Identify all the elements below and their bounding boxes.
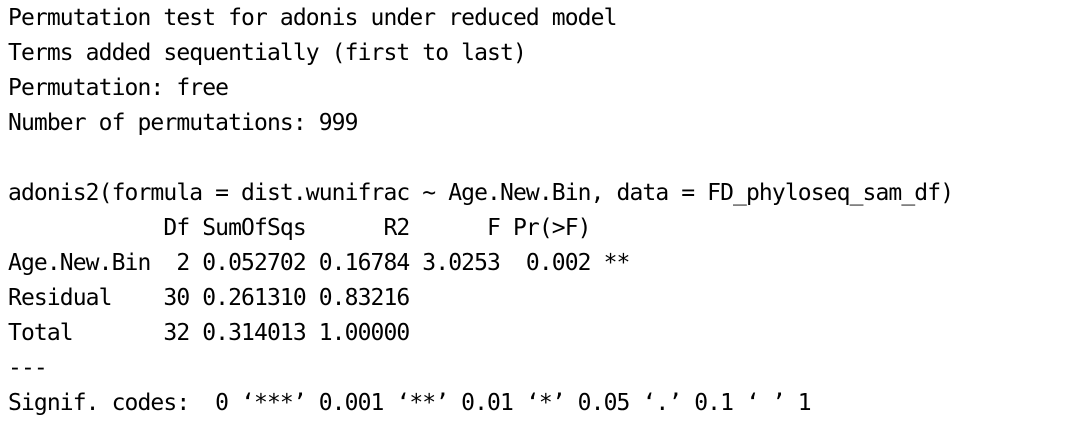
anova-table-row-total: Total 32 0.314013 1.00000 <box>8 320 630 346</box>
console-line-signif-codes: Signif. codes: 0 ‘***’ 0.001 ‘**’ 0.01 ‘… <box>8 390 812 416</box>
anova-table-row-age-new-bin: Age.New.Bin 2 0.052702 0.16784 3.0253 0.… <box>8 250 630 276</box>
console-line-number-of-permutations: Number of permutations: 999 <box>8 110 358 136</box>
r-console-output: Permutation test for adonis under reduce… <box>0 0 1072 422</box>
console-line-permutation-type: Permutation: free <box>8 75 229 101</box>
console-line-permutation-test-title: Permutation test for adonis under reduce… <box>8 5 617 31</box>
console-line-terms-added: Terms added sequentially (first to last) <box>8 40 527 66</box>
console-line-adonis2-call: adonis2(formula = dist.wunifrac ~ Age.Ne… <box>8 180 954 206</box>
anova-table-header: Df SumOfSqs R2 F Pr(>F) <box>8 215 630 241</box>
console-line-separator: --- <box>8 355 48 381</box>
anova-table-row-residual: Residual 30 0.261310 0.83216 <box>8 285 630 311</box>
